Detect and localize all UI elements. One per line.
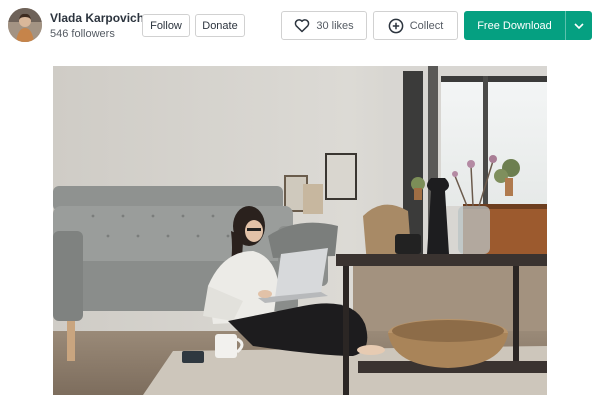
avatar[interactable] bbox=[8, 8, 42, 42]
download-button-label: Free Download bbox=[477, 19, 552, 32]
avatar-image bbox=[8, 8, 42, 42]
follower-count: 546 followers bbox=[50, 28, 115, 40]
photo-image bbox=[53, 66, 547, 395]
donate-button[interactable]: Donate bbox=[195, 14, 245, 37]
download-button[interactable]: Free Download bbox=[464, 11, 592, 40]
follow-button-label: Follow bbox=[150, 19, 182, 32]
main-photo[interactable] bbox=[53, 66, 547, 395]
plus-circle-icon bbox=[388, 18, 404, 33]
photo-header: Vlada Karpovich 546 followers Follow Don… bbox=[0, 0, 600, 52]
collect-button-label: Collect bbox=[409, 19, 444, 32]
chevron-down-icon bbox=[574, 22, 584, 29]
likes-count: 30 likes bbox=[316, 19, 354, 32]
author-name[interactable]: Vlada Karpovich bbox=[50, 11, 144, 25]
donate-button-label: Donate bbox=[202, 19, 238, 32]
follow-button[interactable]: Follow bbox=[142, 14, 190, 37]
download-options-toggle[interactable] bbox=[566, 11, 592, 40]
like-button[interactable]: 30 likes bbox=[281, 11, 367, 40]
heart-icon bbox=[295, 19, 310, 33]
collect-button[interactable]: Collect bbox=[373, 11, 458, 40]
